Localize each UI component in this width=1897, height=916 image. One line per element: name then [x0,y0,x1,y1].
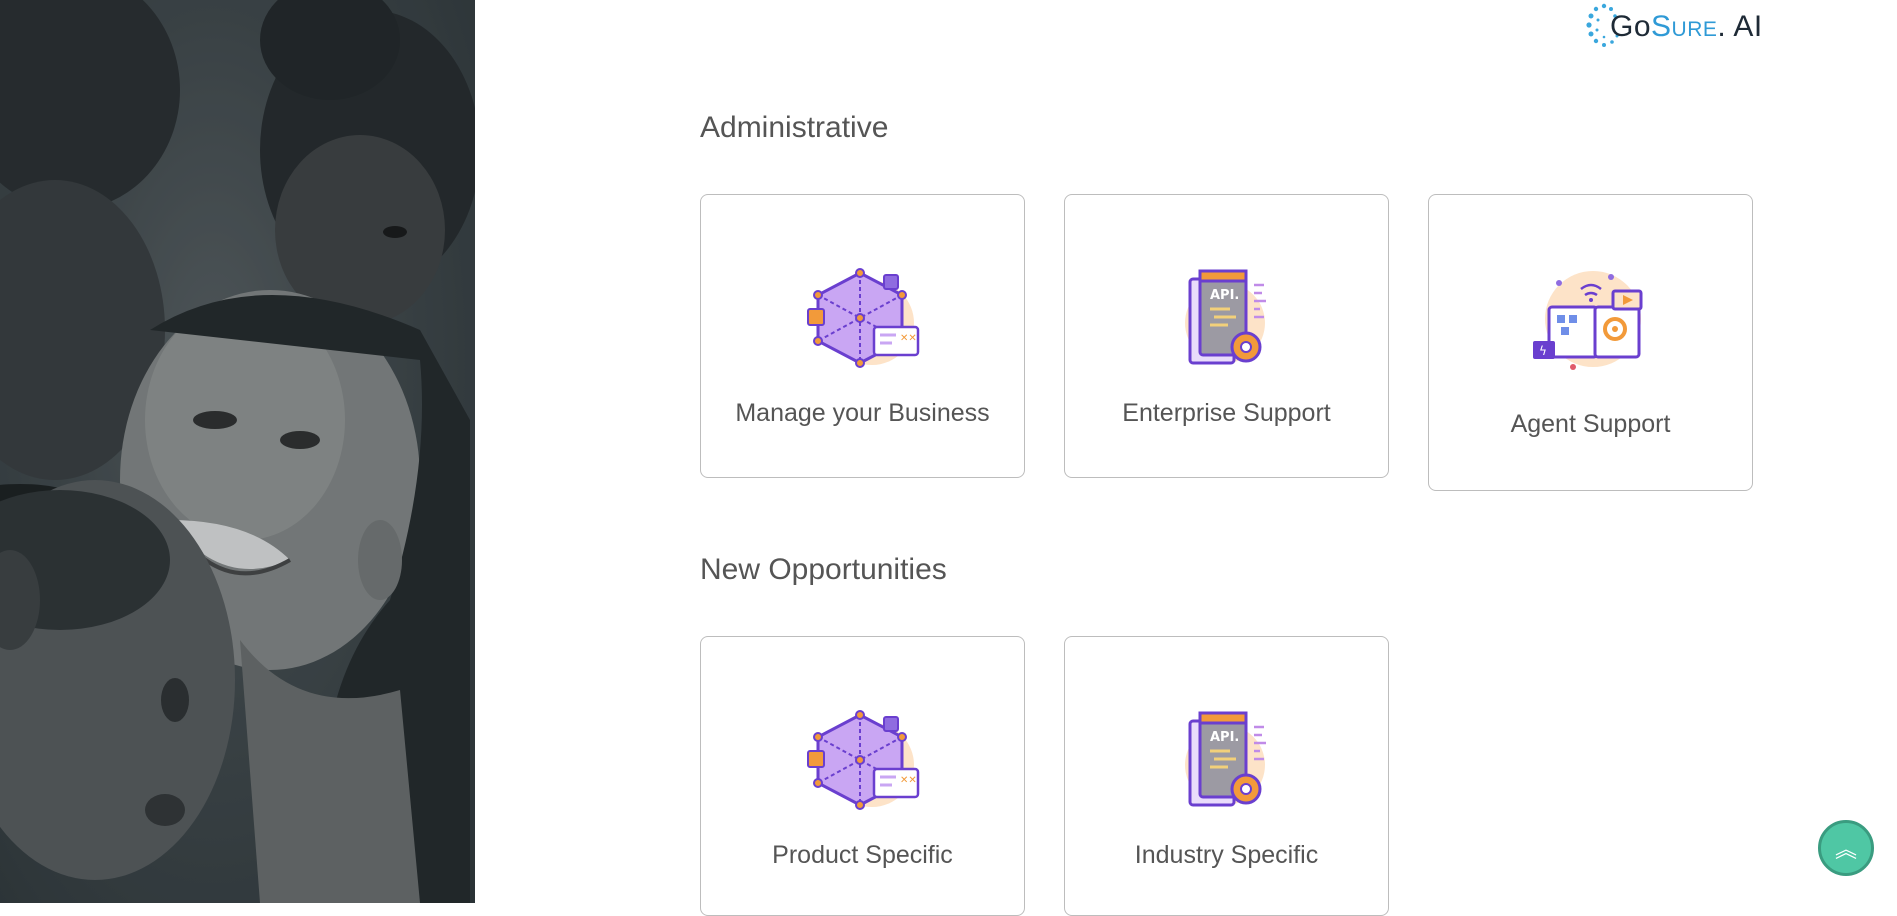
gosure-logo[interactable]: GoSure. AI [1584,0,1762,54]
card-label: Agent Support [1510,410,1671,438]
card-product-specific[interactable]: ✕✕ Product Specific [700,636,1025,916]
logo-sure: Sure [1651,10,1718,43]
double-chevron-up-icon: ︽ [1834,837,1857,862]
logo-ai: . AI [1717,10,1763,43]
network-hexagon-icon: ✕✕ [807,268,920,368]
card-manage-your-business[interactable]: ✕✕ Manage your Business [700,194,1025,478]
hero-photo [0,0,475,903]
logo-text: GoSure. AI [1610,12,1763,42]
api-badge-text: API. [1210,288,1239,303]
scroll-to-top-button[interactable]: ︽ [1818,820,1874,876]
logo-go: Go [1610,10,1652,43]
card-label: Enterprise Support [1122,399,1331,427]
svg-text:✕✕: ✕✕ [900,333,917,344]
network-hexagon-icon: ✕✕ [807,710,920,810]
svg-text:✕✕: ✕✕ [900,775,917,786]
api-document-gear-icon: API. [1185,269,1266,365]
svg-text:ϟ: ϟ [1539,344,1547,358]
api-document-gear-icon: API. [1185,711,1266,807]
card-enterprise-support[interactable]: API. Enterprise Support [1064,194,1389,478]
card-label: Product Specific [772,841,953,869]
card-label: Industry Specific [1134,841,1319,869]
hero-photo-illustration [0,0,475,903]
card-industry-specific[interactable]: API. Industry Specific [1064,636,1389,916]
api-badge-text: API. [1210,730,1239,745]
section-title-administrative: Administrative [700,111,889,144]
card-agent-support[interactable]: ϟ Agent Support [1428,194,1753,491]
section-title-new-opportunities: New Opportunities [700,553,947,586]
card-label: Manage your Business [735,399,990,427]
iot-devices-icon: ϟ [1533,271,1643,370]
